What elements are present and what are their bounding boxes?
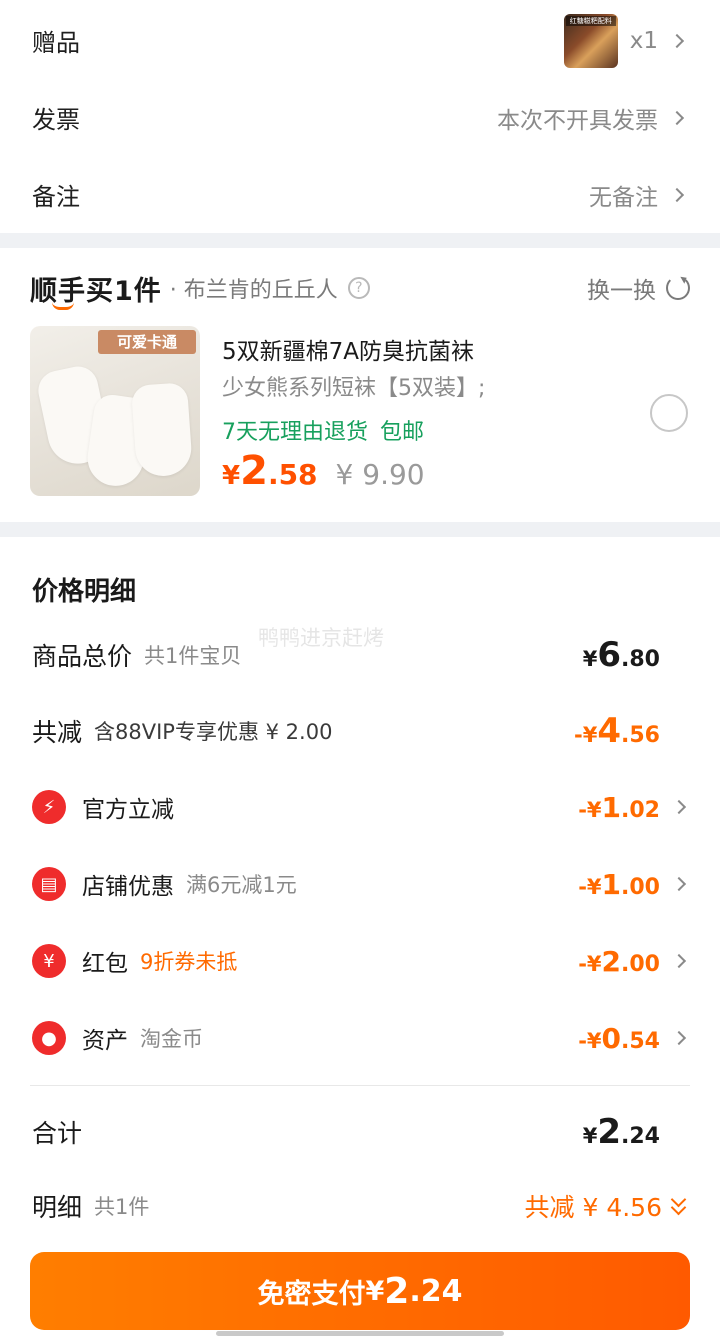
discount-amount: -¥ 2.00 bbox=[578, 944, 660, 978]
total-label: 商品总价 bbox=[32, 642, 133, 671]
product-tags: 7天无理由退货 包邮 bbox=[222, 414, 424, 446]
gift-label: 赠品 bbox=[32, 29, 80, 57]
pay-label: 免密支付 bbox=[257, 1278, 366, 1310]
chevron-right-icon bbox=[669, 110, 685, 125]
chevron-right-icon bbox=[671, 1030, 687, 1046]
discount-label: 官方立减 bbox=[82, 797, 174, 823]
discount-note: 淘金币 bbox=[140, 1027, 203, 1051]
order-options-card: 赠品 红糖糍粑配料 x1 发票 本次不开具发票 备注 无备注 bbox=[0, 0, 720, 233]
product-title[interactable]: 5双新疆棉7A防臭抗菌袜 bbox=[222, 332, 474, 366]
reduction-note: 含88VIP专享优惠 ¥ 2.00 bbox=[94, 720, 333, 744]
reduction-row: 共减 含88VIP专享优惠 ¥ 2.00 -¥ 4.56 bbox=[32, 701, 688, 761]
discount-amount: -¥ 0.54 bbox=[578, 1021, 660, 1055]
pay-currency: ¥ bbox=[365, 1275, 385, 1307]
swap-button[interactable]: 换一换 bbox=[587, 271, 690, 305]
price-detail-title: 价格明细 bbox=[32, 577, 137, 607]
addon-brand: 顺手买1件 bbox=[30, 269, 162, 310]
pay-amount-dec: .24 bbox=[409, 1273, 463, 1309]
discount-item-redpacket[interactable]: ¥ 红包 9折券未抵 -¥ 2.00 bbox=[32, 931, 688, 991]
pay-amount-int: 2 bbox=[384, 1270, 410, 1312]
refresh-icon bbox=[666, 276, 690, 300]
reduction-label: 共减 bbox=[32, 718, 83, 747]
invoice-row[interactable]: 发票 本次不开具发票 bbox=[0, 79, 720, 156]
discount-label: 店铺优惠 bbox=[82, 874, 174, 900]
total-amount: ¥6.80 bbox=[582, 635, 660, 675]
return-policy-tag: 7天无理由退货 bbox=[222, 420, 368, 445]
discount-note: 满6元减1元 bbox=[186, 873, 297, 897]
discount-amount: -¥ 1.00 bbox=[578, 867, 660, 901]
reduction-amount: -¥ 4.56 bbox=[574, 711, 660, 751]
free-shipping-tag: 包邮 bbox=[380, 420, 425, 445]
discount-item-store[interactable]: ▤ 店铺优惠 满6元减1元 -¥ 1.00 bbox=[32, 854, 688, 914]
discount-note: 9折券未抵 bbox=[140, 950, 238, 974]
original-price: ¥ 9.90 bbox=[335, 458, 425, 491]
chevron-right-icon bbox=[669, 33, 685, 48]
discount-item-official[interactable]: ⚡ 官方立减 -¥ 1.02 bbox=[32, 777, 688, 837]
detail-label: 明细 bbox=[32, 1193, 83, 1222]
total-note: 共1件宝贝 bbox=[144, 644, 242, 668]
price-detail-card: 价格明细 商品总价 共1件宝贝 ¥6.80 共减 含88VIP专享优惠 ¥ 2.… bbox=[0, 537, 720, 1339]
product-subtitle: 少女熊系列短袜【5双装】; bbox=[222, 376, 486, 401]
chevron-right-icon bbox=[671, 799, 687, 815]
gift-image[interactable]: 红糖糍粑配料 bbox=[563, 13, 618, 68]
watermark: 鸭鸭进京赶烤 bbox=[258, 626, 384, 650]
product-price: ¥2.58 ¥ 9.90 bbox=[222, 448, 425, 494]
discount-item-assets[interactable]: ● 资产 淘金币 -¥ 0.54 bbox=[32, 1008, 688, 1068]
invoice-label: 发票 bbox=[32, 106, 80, 134]
home-indicator[interactable] bbox=[216, 1331, 504, 1336]
addon-shop-name: · 布兰肯的丘丘人 bbox=[169, 278, 338, 303]
detail-total-reduction: 共减 ¥ 4.56 bbox=[525, 1188, 688, 1224]
red-envelope-icon: ¥ bbox=[32, 944, 66, 978]
detail-note: 共1件 bbox=[94, 1195, 150, 1219]
gift-quantity: x1 bbox=[629, 27, 658, 54]
gift-image-text: 红糖糍粑配料 bbox=[565, 15, 616, 26]
chevron-right-icon bbox=[671, 876, 687, 892]
lightning-icon: ⚡ bbox=[32, 790, 66, 824]
select-radio[interactable] bbox=[650, 394, 688, 432]
smile-mark bbox=[52, 302, 74, 310]
store-icon: ▤ bbox=[32, 867, 66, 901]
remark-value: 无备注 bbox=[589, 184, 658, 211]
sum-row: 合计 ¥2.24 bbox=[32, 1102, 688, 1162]
product-image-banner: 可爱卡通 bbox=[98, 330, 196, 354]
product-image[interactable]: 可爱卡通 bbox=[30, 326, 200, 496]
help-icon[interactable]: ? bbox=[347, 277, 370, 299]
pay-button[interactable]: 免密支付 ¥ 2 .24 bbox=[30, 1252, 690, 1330]
chevron-right-icon bbox=[671, 953, 687, 969]
discount-amount: -¥ 1.02 bbox=[578, 790, 660, 824]
remark-row[interactable]: 备注 无备注 bbox=[0, 156, 720, 233]
gift-row[interactable]: 赠品 红糖糍粑配料 x1 bbox=[0, 2, 720, 79]
invoice-value: 本次不开具发票 bbox=[497, 107, 658, 134]
remark-label: 备注 bbox=[32, 183, 80, 211]
sock-shape bbox=[130, 382, 194, 478]
sum-amount: ¥2.24 bbox=[582, 1112, 660, 1152]
double-chevron-down-icon bbox=[670, 1191, 688, 1216]
sum-label: 合计 bbox=[32, 1119, 83, 1148]
discount-label: 资产 bbox=[82, 1028, 128, 1054]
detail-row[interactable]: 明细 共1件 共减 ¥ 4.56 bbox=[32, 1176, 688, 1236]
tag-icon: ● bbox=[32, 1021, 66, 1055]
addon-card: 顺手买1件 · 布兰肯的丘丘人 ? 换一换 可爱卡通 5双新疆棉7A防臭抗菌袜 … bbox=[0, 248, 720, 522]
divider bbox=[30, 1085, 690, 1086]
chevron-right-icon bbox=[669, 187, 685, 202]
discount-label: 红包 bbox=[82, 951, 128, 977]
swap-label: 换一换 bbox=[587, 278, 656, 304]
